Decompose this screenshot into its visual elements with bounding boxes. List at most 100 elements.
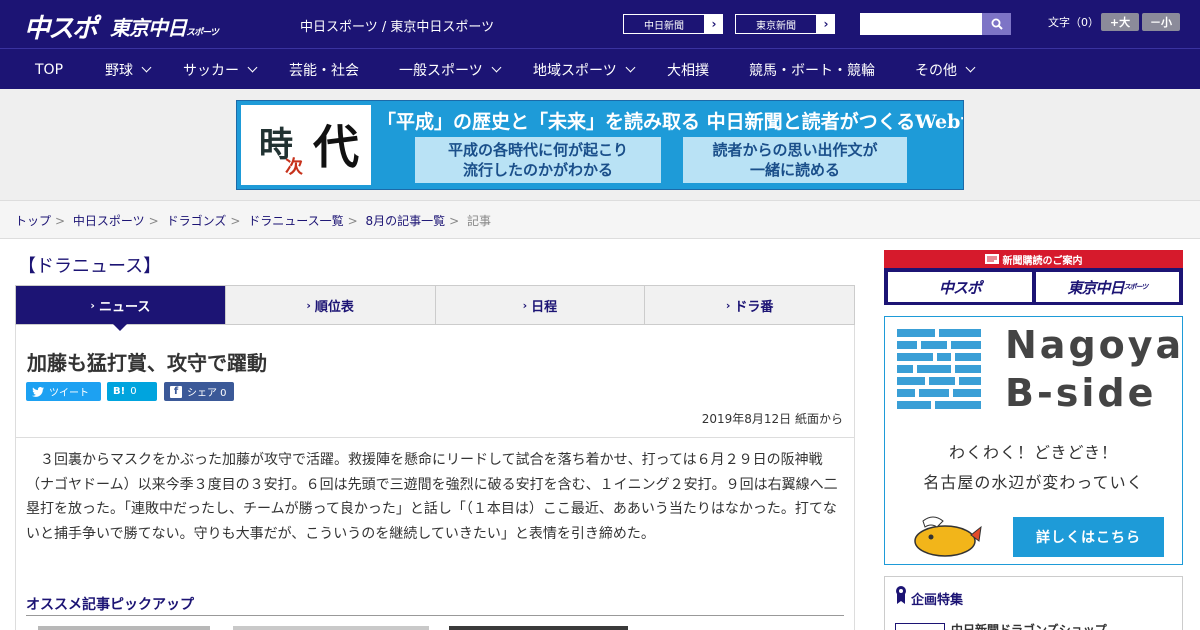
nav-item-racing[interactable]: 競馬・ボート・競輪 — [749, 49, 875, 90]
feature-title: 企画特集 — [911, 593, 964, 608]
ebi-fry-mascot-icon — [914, 516, 982, 557]
hatena-count: 0 — [130, 386, 137, 397]
pickup-thumbnail[interactable] — [38, 626, 210, 630]
tokyo-logo-text: 東京中日 — [110, 16, 187, 40]
nav-item-label: 芸能・社会 — [289, 62, 359, 79]
hatena-button[interactable]: B! 0 — [107, 382, 157, 401]
tokyo-shimbun-button[interactable]: 東京新聞 › — [734, 13, 836, 35]
facebook-share-label: シェア 0 — [187, 388, 227, 399]
breadcrumb-separator: > — [148, 214, 159, 228]
nav-item-entertainment[interactable]: 芸能・社会 — [289, 49, 359, 90]
chevron-right-icon: › — [90, 298, 95, 312]
banner-card-line: 流行したのかがわかる — [462, 161, 613, 179]
tab-label: 日程 — [531, 299, 558, 315]
banner-area: 時 次 代 「平成」の歴史と「未来」を読み取る 中日新聞と読者がつくるWebサイ… — [0, 89, 1200, 200]
pickup-title: オススメ記事ピックアップ — [26, 597, 194, 613]
tweet-button[interactable]: ツイート — [26, 382, 101, 401]
subscription-tokyo-logo-text: 東京中日 — [1067, 278, 1125, 297]
hatena-icon: B! — [113, 386, 126, 397]
bside-details-button[interactable]: 詳しくはこちら — [1013, 517, 1164, 557]
chevron-down-icon — [625, 62, 636, 73]
tab-label: ニュース — [98, 299, 151, 315]
nav-item-sumo[interactable]: 大相撲 — [667, 49, 709, 90]
nav-item-label: その他 — [915, 62, 957, 79]
banner-card-right: 読者からの思い出作文が 一緒に読める — [683, 137, 907, 183]
font-size-label: 文字（0） — [1048, 16, 1099, 29]
breadcrumb-link-top[interactable]: トップ — [15, 214, 51, 228]
pickup-thumbnail[interactable] — [449, 626, 628, 630]
subscription-tokyo-logo-small: スポーツ — [1123, 283, 1149, 291]
subscription-chuspo-logo[interactable]: 中スポ — [888, 272, 1032, 302]
breadcrumb-link-august[interactable]: 8月の記事一覧 — [366, 214, 446, 228]
chevron-down-icon — [141, 62, 152, 73]
facebook-share-button[interactable]: f シェア 0 — [164, 382, 234, 401]
nav-item-label: サッカー — [183, 62, 239, 79]
subscription-box[interactable]: 新聞購読のご案内 中スポ 東京中日 スポーツ — [884, 250, 1183, 305]
newspaper-icon — [984, 254, 999, 264]
tab-news[interactable]: › ニュース — [16, 286, 226, 331]
nav-item-general-sports[interactable]: 一般スポーツ — [399, 49, 502, 90]
brick-wall-icon — [897, 329, 981, 409]
article-divider — [15, 437, 855, 438]
nav-item-top[interactable]: TOP — [35, 49, 63, 90]
subscription-tokyo-logo[interactable]: 東京中日 スポーツ — [1036, 272, 1179, 302]
section-title: 【ドラニュース】 — [18, 256, 162, 277]
chunichi-shimbun-button[interactable]: 中日新聞 › — [622, 13, 724, 35]
bside-tagline-2: 名古屋の水辺が変わっていく — [923, 473, 1144, 492]
tab-bar: › ニュース › 順位表 › 日程 › ドラ番 — [15, 285, 855, 331]
feature-item-dragons-shop[interactable]: 中日新聞ドラゴンズショップ — [951, 621, 1107, 630]
banner-card-line: 一緒に読める — [749, 161, 840, 179]
banner-title: 「平成」の歴史と「未来」を読み取る 中日新聞と読者がつくるWebサイト — [377, 111, 964, 133]
jidai-banner[interactable]: 時 次 代 「平成」の歴史と「未来」を読み取る 中日新聞と読者がつくるWebサイ… — [236, 100, 964, 190]
tab-reporter[interactable]: › ドラ番 — [645, 286, 854, 324]
chevron-down-icon — [491, 62, 502, 73]
main-nav: TOP 野球 サッカー 芸能・社会 一般スポーツ 地域スポーツ 大相撲 競馬・ボ… — [0, 48, 1200, 89]
chevron-right-icon: › — [306, 298, 311, 312]
breadcrumb-separator: > — [55, 214, 66, 228]
pickup-divider — [26, 615, 844, 616]
feature-thumbnail[interactable] — [895, 623, 945, 630]
nagoya-bside-ad[interactable]: Nagoya B-side わくわく！どきどき！ 名古屋の水辺が変わっていく 詳… — [884, 316, 1183, 565]
breadcrumb: トップ > 中日スポーツ > ドラゴンズ > ドラニュース一覧 > 8月の記事一覧 > 記… — [0, 200, 1200, 239]
tab-label: ドラ番 — [734, 299, 774, 315]
jidai-logo-dai: 代 — [313, 120, 359, 174]
font-smaller-button[interactable]: －小 — [1142, 13, 1180, 31]
banner-card-line: 読者からの思い出作文が — [712, 141, 878, 159]
breadcrumb-current: 記事 — [467, 214, 492, 228]
bside-tagline-1: わくわく！どきどき！ — [948, 443, 1119, 462]
search-input[interactable] — [860, 13, 982, 35]
feature-section: 企画特集 中日新聞ドラゴンズショップ — [884, 576, 1183, 630]
nav-item-other[interactable]: その他 — [915, 49, 976, 90]
tab-schedule[interactable]: › 日程 — [436, 286, 646, 324]
tweet-label: ツイート — [49, 388, 89, 399]
search-button[interactable] — [982, 13, 1011, 35]
paper-button-label: 東京新聞 — [735, 14, 817, 34]
subscription-header-label: 新聞購読のご案内 — [1002, 255, 1083, 267]
pickup-thumbnail[interactable] — [233, 626, 429, 630]
tab-standings[interactable]: › 順位表 — [226, 286, 436, 324]
font-larger-button[interactable]: +大 — [1101, 13, 1139, 31]
chevron-right-icon: › — [522, 298, 528, 312]
breadcrumb-separator: > — [347, 214, 358, 228]
article-body: ３回裏からマスクをかぶった加藤が攻守で活躍。救援陣を懸命にリードして試合を落ち着… — [26, 452, 838, 542]
banner-card-line: 平成の各時代に何が起こり — [447, 141, 628, 159]
article-date: 2019年8月12日 紙面から — [701, 412, 843, 426]
search-icon — [991, 18, 1003, 30]
chevron-right-icon: › — [823, 17, 829, 31]
nav-item-label: 大相撲 — [667, 62, 709, 79]
breadcrumb-link-dragons[interactable]: ドラゴンズ — [167, 214, 227, 228]
chuspo-logo[interactable]: 中スポ — [24, 8, 98, 45]
nav-item-baseball[interactable]: 野球 — [105, 49, 152, 90]
tokyo-chunichi-logo[interactable]: 東京中日スポーツ — [110, 12, 219, 41]
nav-item-label: 一般スポーツ — [399, 62, 483, 79]
banner-card-left: 平成の各時代に何が起こり 流行したのかがわかる — [415, 137, 661, 183]
bside-word-bside: B-side — [1005, 371, 1157, 415]
breadcrumb-link-chunichi-sports[interactable]: 中日スポーツ — [73, 214, 145, 228]
nav-item-label: 競馬・ボート・競輪 — [749, 62, 875, 79]
top-header: 中スポ 東京中日スポーツ 中日スポーツ / 東京中日スポーツ 中日新聞 › 東京… — [0, 0, 1200, 48]
nav-item-local-sports[interactable]: 地域スポーツ — [533, 49, 636, 90]
nav-item-soccer[interactable]: サッカー — [183, 49, 258, 90]
site-names: 中日スポーツ / 東京中日スポーツ — [300, 20, 495, 35]
subscription-header: 新聞購読のご案内 — [884, 250, 1183, 268]
breadcrumb-link-dra-news[interactable]: ドラニュース一覧 — [248, 214, 343, 228]
